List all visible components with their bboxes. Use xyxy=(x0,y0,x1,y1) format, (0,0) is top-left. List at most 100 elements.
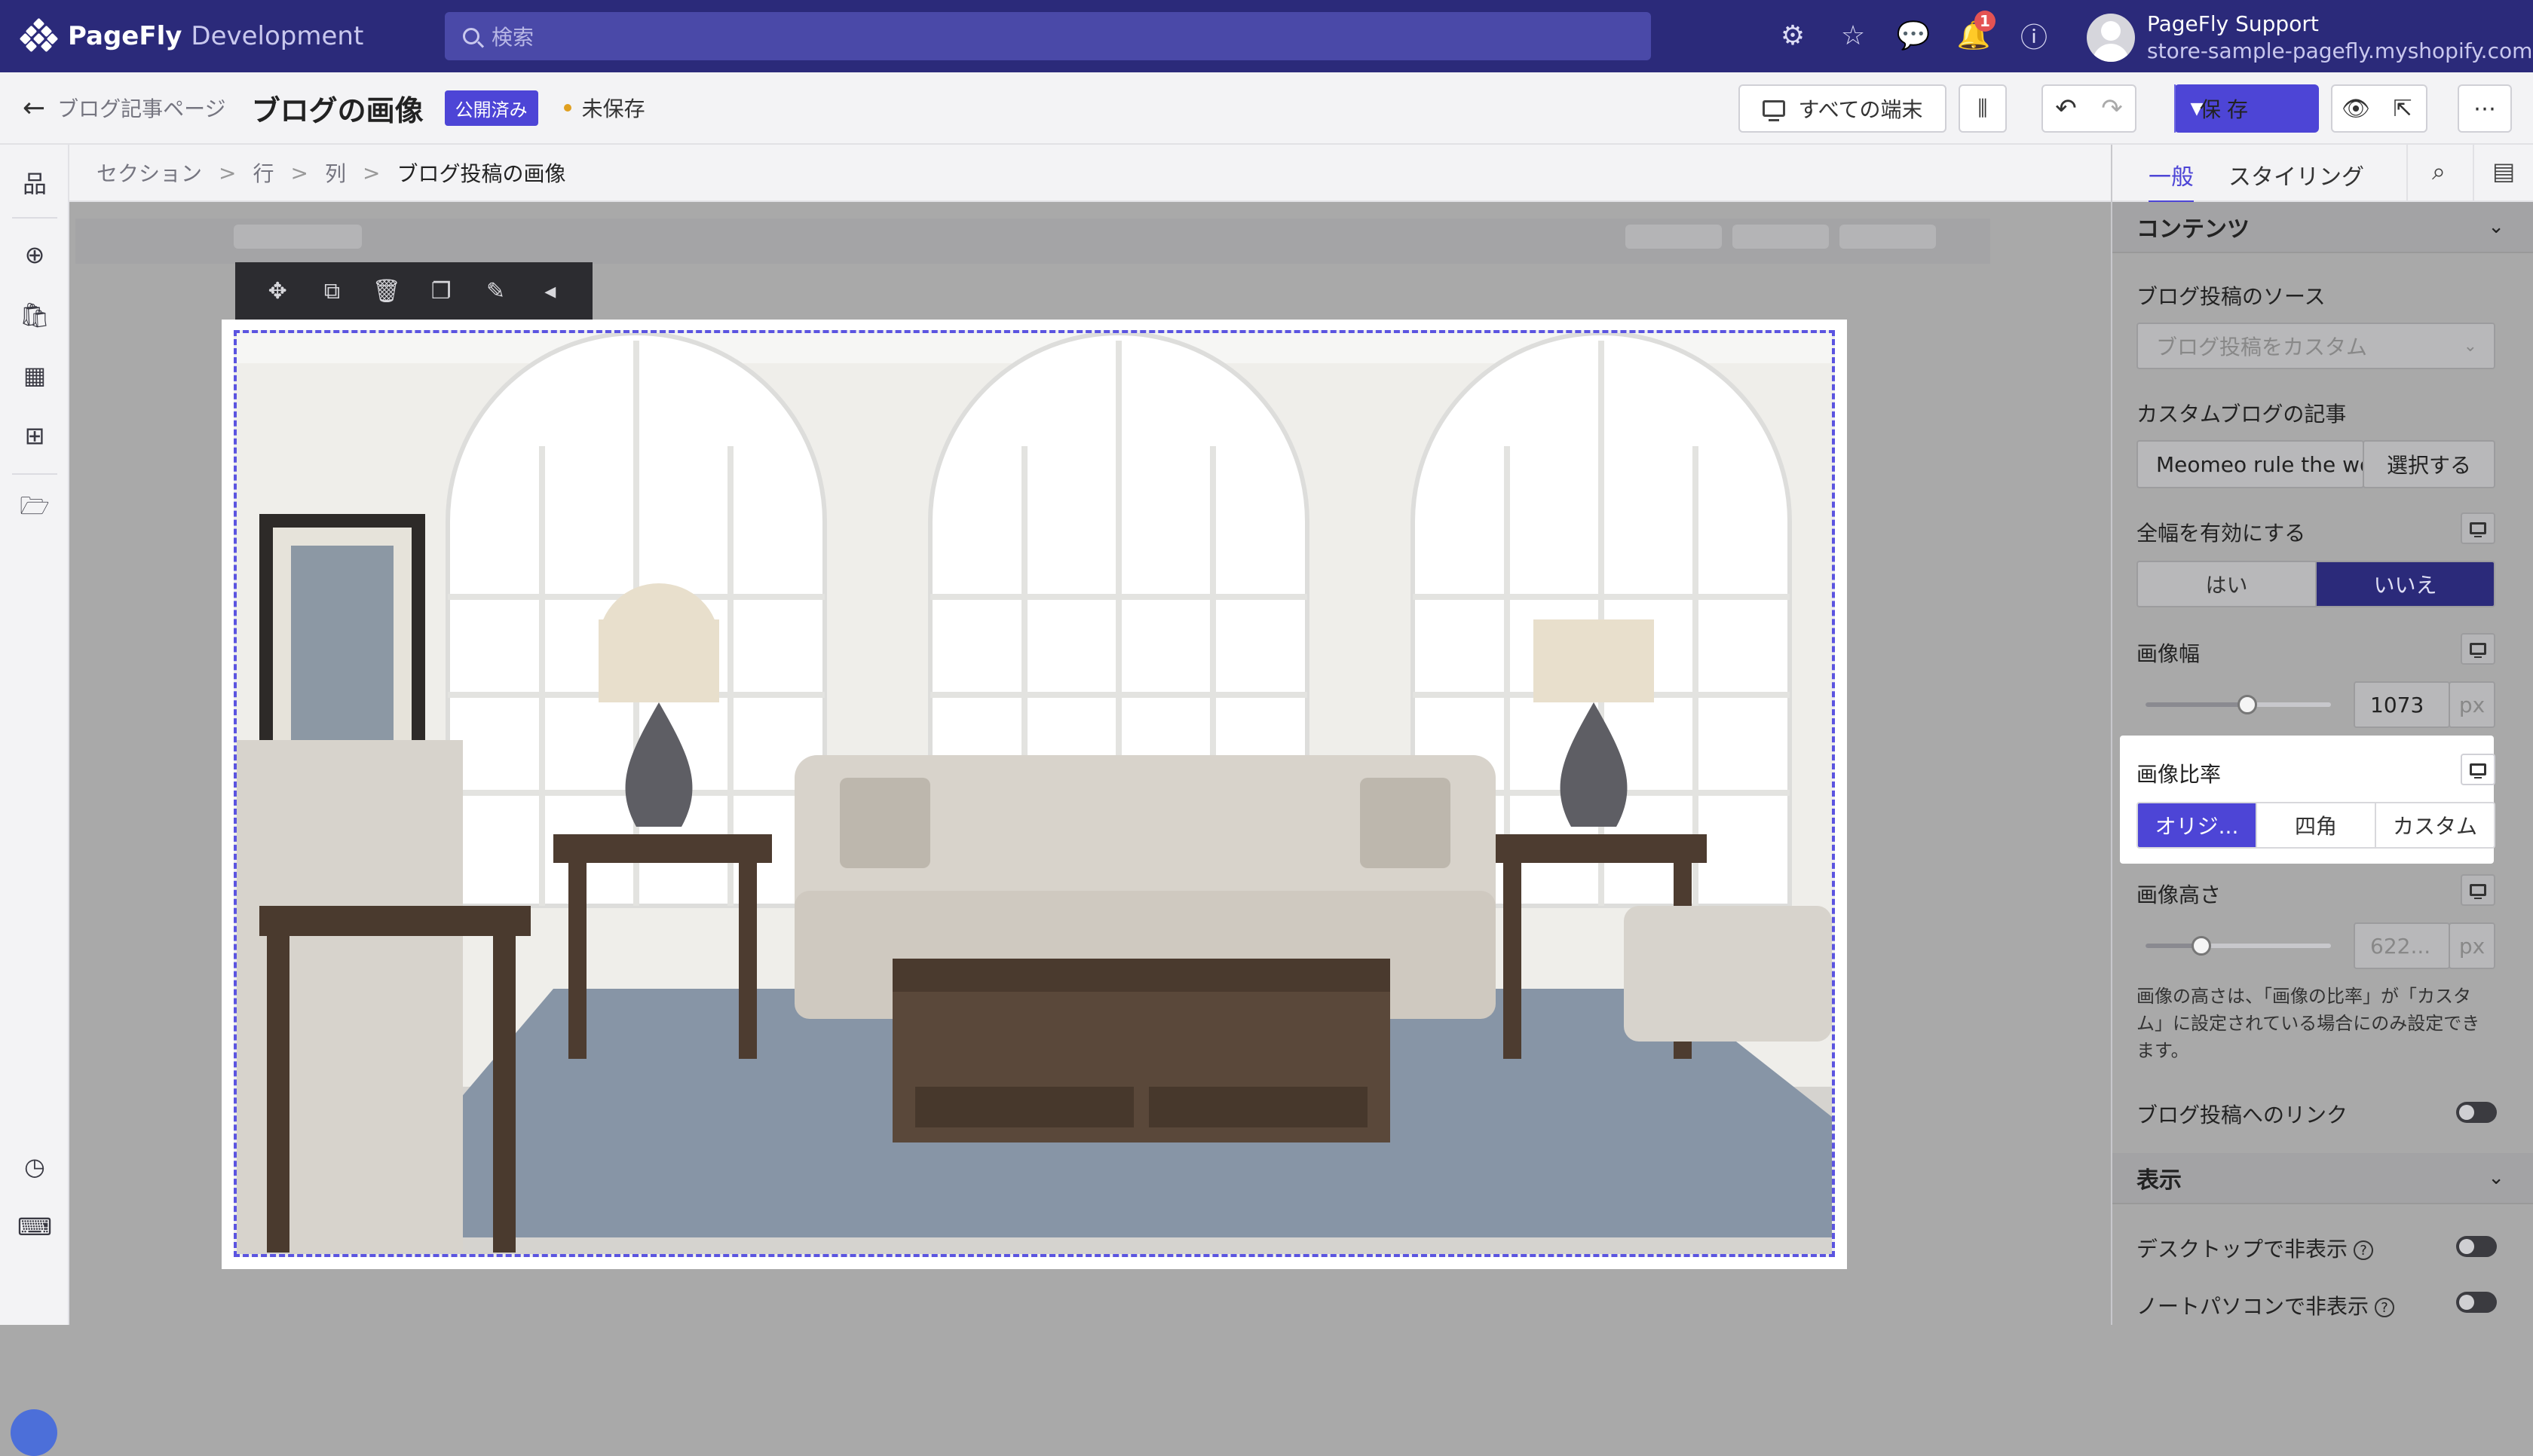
source-value: ブログ投稿をカスタム xyxy=(2156,335,2368,359)
hide-desktop-toggle[interactable] xyxy=(2456,1236,2497,1257)
source-label: ブログ投稿のソース xyxy=(2136,284,2326,309)
style-brush-icon[interactable]: ✎ xyxy=(480,278,510,304)
search-icon[interactable]: ⌕ xyxy=(2432,157,2446,186)
history-icon[interactable]: ◷ xyxy=(20,1152,50,1182)
duplicate-icon[interactable]: ⧉ xyxy=(317,278,347,304)
monitor-icon[interactable] xyxy=(2461,754,2495,785)
link-label: ブログ投稿へのリンク xyxy=(2136,1103,2348,1127)
monitor-icon[interactable] xyxy=(2461,874,2495,906)
device-selector-button[interactable]: すべての端末 xyxy=(1738,84,1946,133)
content-section-header[interactable]: コンテンツ ⌄ xyxy=(2112,202,2533,253)
hide-laptop-toggle[interactable] xyxy=(2456,1292,2497,1313)
tab-styling[interactable]: スタイリング xyxy=(2228,158,2364,191)
sidebar-divider xyxy=(12,217,57,219)
full-width-no[interactable]: いいえ xyxy=(2317,562,2494,606)
image-width-slider[interactable] xyxy=(2146,695,2331,714)
apps-grid-icon[interactable]: ▦ xyxy=(20,360,50,390)
settings-icon[interactable]: ⚙ xyxy=(1775,18,1810,53)
breadcrumb-row[interactable]: 行 xyxy=(253,158,274,188)
breadcrumb-section[interactable]: セクション xyxy=(96,158,202,188)
folder-icon[interactable]: 🗁 xyxy=(20,491,50,525)
eye-icon[interactable]: 👁 xyxy=(2332,96,2379,122)
page-title: ブログの画像 xyxy=(251,93,424,127)
tab-general[interactable]: 一般 xyxy=(2149,158,2194,203)
support-avatar[interactable] xyxy=(11,1409,57,1456)
select-button[interactable]: 選択する xyxy=(2363,440,2495,488)
monitor-icon xyxy=(1762,100,1785,121)
hide-laptop-label: ノートパソコンで非表示 xyxy=(2136,1294,2369,1319)
monitor-icon[interactable] xyxy=(2461,512,2495,544)
star-icon[interactable]: ☆ xyxy=(1836,18,1870,53)
layers-icon[interactable]: 品 xyxy=(20,167,50,198)
hide-desktop-label: デスクトップで非表示 xyxy=(2136,1237,2348,1262)
ratio-custom[interactable]: カスタム xyxy=(2376,803,2494,847)
placeholder-block xyxy=(234,225,362,249)
chevron-down-icon: ⌄ xyxy=(2488,216,2504,238)
image-height-help: 画像の高さは、「画像の比率」が「カスタム」に設定されている場合にのみ設定できます… xyxy=(2136,986,2480,1061)
chat-icon[interactable]: 💬 xyxy=(1896,18,1931,53)
sidebar-divider xyxy=(12,473,57,475)
preview-group: 👁 ⇱ xyxy=(2331,84,2427,133)
help-icon[interactable]: ⓘ xyxy=(2017,18,2051,54)
chevron-down-icon: ⌄ xyxy=(2463,336,2477,356)
sections-icon[interactable]: ⊞ xyxy=(20,421,50,451)
user-menu[interactable]: PageFly Support store-sample-pagefly.mys… xyxy=(2087,11,2532,65)
hide-laptop-row: ノートパソコンで非表示? xyxy=(2136,1290,2395,1320)
living-room-illustration xyxy=(237,333,1832,1254)
undo-icon[interactable]: ↶ xyxy=(2043,93,2089,124)
chevron-down-icon: ⌄ xyxy=(2488,1167,2504,1189)
full-width-label: 全幅を有効にする xyxy=(2136,521,2306,546)
add-element-icon[interactable]: ⊕ xyxy=(20,240,50,270)
placeholder-block xyxy=(1839,225,1936,249)
image-width-input[interactable]: 1073 xyxy=(2354,681,2450,728)
panel-tabs: 一般 スタイリング ⌕ ▤ xyxy=(2112,145,2533,203)
image-width-label: 画像幅 xyxy=(2136,641,2201,666)
publish-icon[interactable]: ⇱ xyxy=(2379,96,2426,122)
help-icon[interactable]: ? xyxy=(2354,1240,2374,1260)
unsaved-label: 未保存 xyxy=(581,96,645,121)
delete-icon[interactable]: 🗑 xyxy=(372,278,402,304)
device-label: すべての端末 xyxy=(1798,97,1923,122)
slider-handle[interactable] xyxy=(2191,936,2211,956)
code-icon[interactable]: ⌨ xyxy=(17,1212,52,1242)
source-select[interactable]: ブログ投稿をカスタム ⌄ xyxy=(2136,323,2495,369)
collapse-icon[interactable]: ◂ xyxy=(535,278,565,304)
help-icon[interactable]: ? xyxy=(2375,1298,2395,1317)
copy-icon[interactable]: ❐ xyxy=(426,278,456,304)
back-label: ブログ記事ページ xyxy=(57,96,226,121)
back-link[interactable]: ← ブログ記事ページ xyxy=(23,93,226,124)
breadcrumb-current: ブログ投稿の画像 xyxy=(397,161,566,186)
more-button[interactable]: ⋯ xyxy=(2458,84,2512,133)
ratio-original[interactable]: オリジ... xyxy=(2138,803,2257,847)
custom-blog-label: カスタムブログの記事 xyxy=(2136,402,2347,427)
redo-icon[interactable]: ↷ xyxy=(2089,93,2135,124)
app-logo[interactable]: PageFly Development xyxy=(19,17,443,54)
ratio-square[interactable]: 四角 xyxy=(2257,803,2376,847)
compare-button[interactable]: ⫼ xyxy=(1959,84,2007,133)
search-input[interactable]: 検索 xyxy=(445,12,1651,60)
custom-blog-input[interactable]: Meomeo rule the wo xyxy=(2136,440,2364,488)
element-toolbar: ✥ ⧉ 🗑 ❐ ✎ ◂ xyxy=(235,262,593,320)
move-icon[interactable]: ✥ xyxy=(262,278,293,304)
sliders-icon: ⫼ xyxy=(1977,96,1988,121)
image-height-slider[interactable] xyxy=(2146,936,2331,956)
height-unit: px xyxy=(2449,922,2495,969)
notification-badge: 1 xyxy=(1974,11,1995,32)
arrow-left-icon: ← xyxy=(23,92,46,124)
image-ratio-label: 画像比率 xyxy=(2136,762,2222,787)
image-height-input[interactable]: 622... xyxy=(2354,922,2450,969)
link-toggle[interactable] xyxy=(2456,1102,2497,1123)
left-sidebar: 品 ⊕ 🛍 ▦ ⊞ 🗁 ◷ ⌨ xyxy=(0,145,69,1456)
document-icon[interactable]: ▤ xyxy=(2492,157,2515,185)
unsaved-indicator: 未保存 xyxy=(563,93,645,123)
save-button[interactable]: 保存 ▼ xyxy=(2174,84,2319,133)
bell-icon[interactable]: 🔔 1 xyxy=(1956,11,1995,53)
shopify-icon[interactable]: 🛍 xyxy=(20,300,51,330)
full-width-yes[interactable]: はい xyxy=(2138,562,2317,606)
settings-panel: 一般 スタイリング ⌕ ▤ コンテンツ ⌄ 表示 ⌄ xyxy=(2111,145,2533,1325)
blog-image-element[interactable] xyxy=(222,320,1847,1269)
status-badge: 公開済み xyxy=(444,90,538,126)
monitor-icon[interactable] xyxy=(2461,633,2495,665)
display-section-header[interactable]: 表示 ⌄ xyxy=(2112,1153,2533,1204)
breadcrumb-column[interactable]: 列 xyxy=(325,158,346,188)
